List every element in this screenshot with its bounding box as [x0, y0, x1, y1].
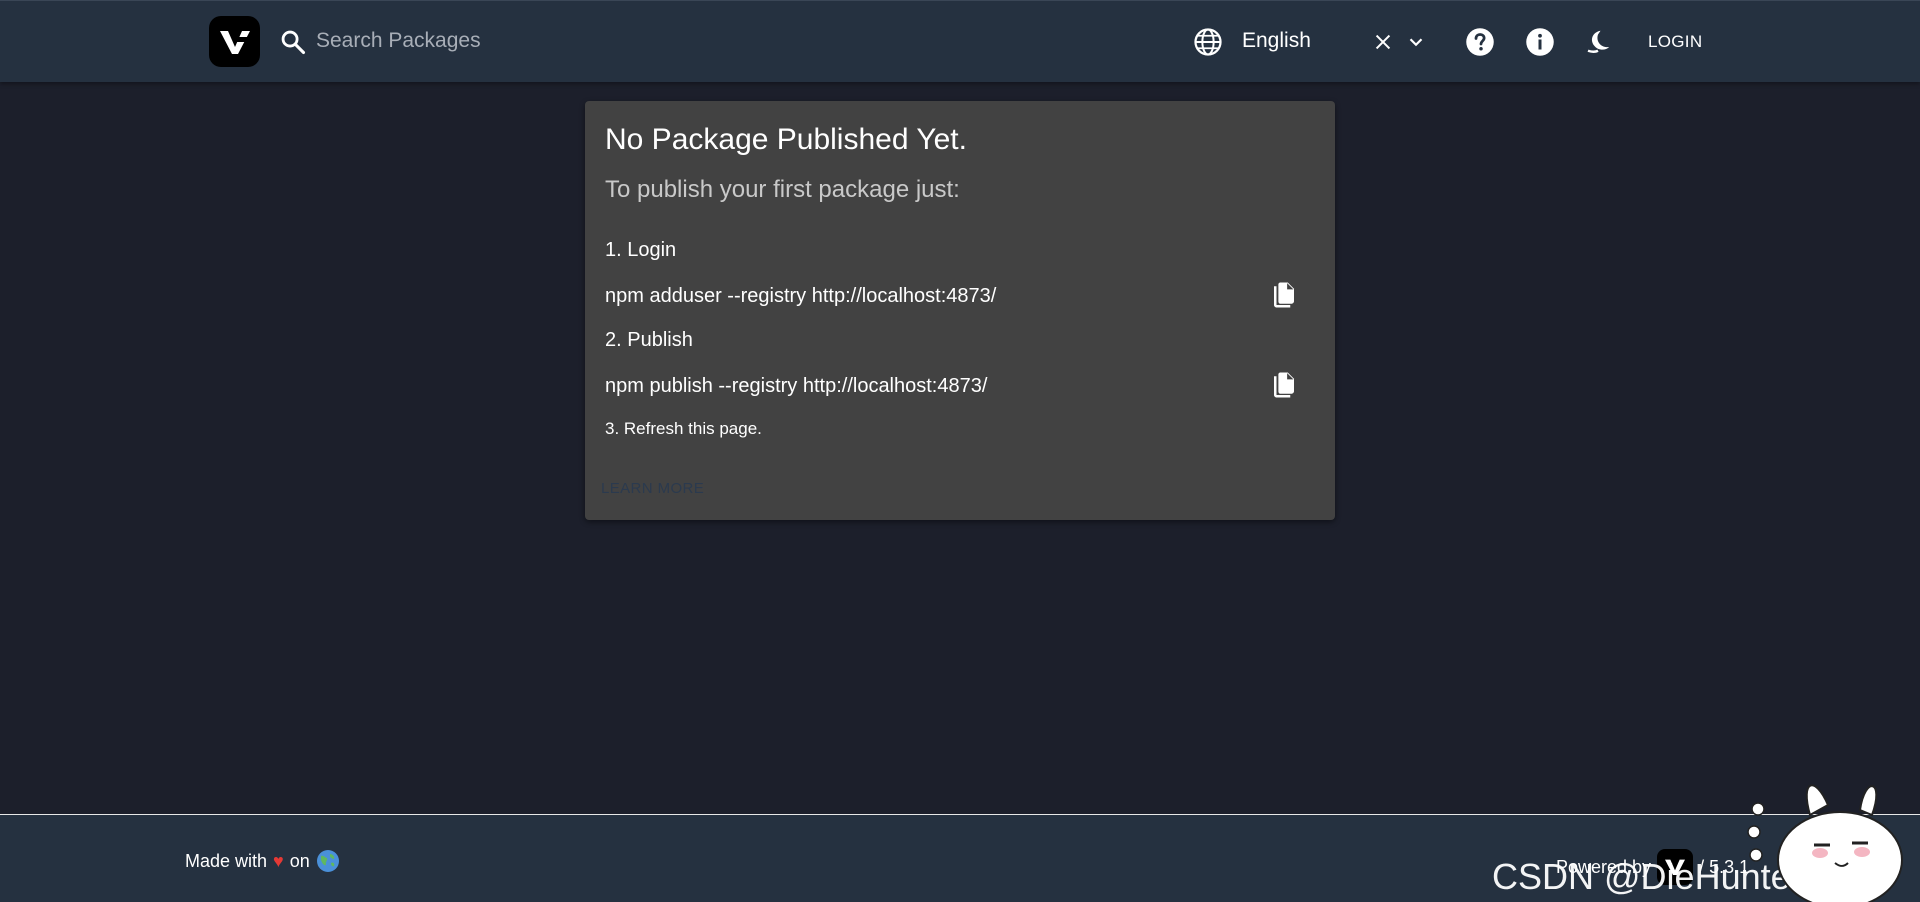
heart-icon: ♥: [273, 850, 284, 871]
help-icon[interactable]: [1465, 27, 1495, 57]
search-input[interactable]: [316, 23, 736, 59]
close-icon[interactable]: [1372, 31, 1394, 53]
learn-more-button[interactable]: LEARN MORE: [601, 480, 704, 497]
login-button[interactable]: LOGIN: [1640, 25, 1710, 59]
copy-icon[interactable]: [1269, 370, 1299, 400]
step-publish-label: 2. Publish: [605, 329, 693, 351]
made-with-prefix: Made with: [185, 850, 268, 871]
empty-state-card: No Package Published Yet. To publish you…: [585, 101, 1335, 520]
made-with-text: Made with ♥ on: [185, 849, 340, 873]
language-select-value[interactable]: English: [1242, 29, 1311, 53]
globe-icon: [1194, 28, 1222, 56]
app-header: English LOGIN: [0, 0, 1920, 82]
moon-icon[interactable]: [1583, 27, 1613, 57]
copy-icon[interactable]: [1269, 280, 1299, 310]
step-refresh-label: 3. Refresh this page.: [605, 419, 762, 438]
publish-command: npm publish --registry http://localhost:…: [605, 375, 988, 397]
card-title: No Package Published Yet.: [605, 123, 967, 156]
verdaccio-logo[interactable]: [209, 16, 260, 67]
login-command: npm adduser --registry http://localhost:…: [605, 285, 997, 307]
rabbit-mascot-image: [1747, 784, 1903, 902]
earth-icon: [316, 850, 339, 872]
card-subtitle: To publish your first package just:: [605, 176, 960, 203]
chevron-down-icon[interactable]: [1405, 31, 1427, 53]
info-icon[interactable]: [1525, 27, 1555, 57]
step-login-label: 1. Login: [605, 239, 677, 261]
made-with-suffix: on: [289, 850, 310, 871]
search-icon: [281, 30, 306, 55]
